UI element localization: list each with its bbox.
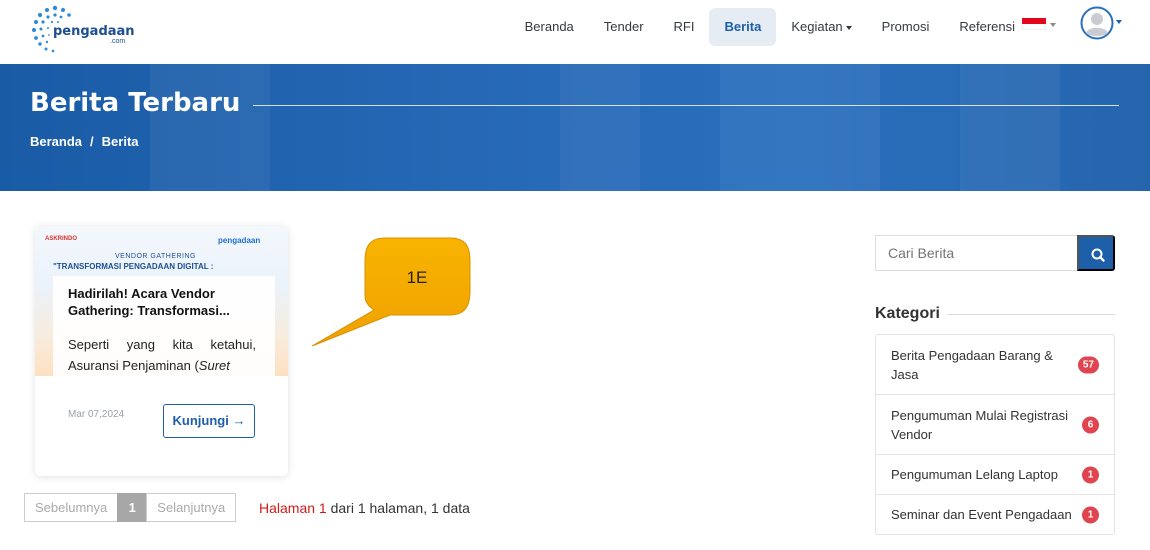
breadcrumb-current: Berita [101, 134, 139, 149]
nav-promosi[interactable]: Promosi [867, 8, 945, 46]
search-icon [1091, 248, 1105, 262]
category-divider [947, 314, 1115, 315]
hero-decoration [960, 64, 1060, 191]
category-item[interactable]: Seminar dan Event Pengadaan 1 [876, 494, 1114, 534]
page-title: Berita Terbaru [30, 88, 241, 118]
category-label: Seminar dan Event Pengadaan [891, 507, 1072, 522]
user-avatar-icon[interactable] [1080, 6, 1114, 40]
thumbnail-logo-right: pengadaan [218, 236, 261, 245]
flag-white-stripe [1022, 24, 1046, 30]
breadcrumb: Beranda / Berita [30, 134, 139, 149]
hero-decoration [560, 64, 640, 191]
news-date: Mar 07,2024 [68, 409, 125, 420]
callout-annotation: 1E [311, 237, 471, 347]
category-item[interactable]: Pengumuman Lelang Laptop 1 [876, 454, 1114, 494]
callout-label: 1E [407, 268, 428, 287]
thumbnail-subheading: VENDOR GATHERING [115, 253, 196, 260]
brand-logo[interactable]: pengadaan .com [30, 4, 140, 54]
pagination-prev[interactable]: Sebelumnya [24, 493, 119, 522]
nav-kegiatan[interactable]: Kegiatan [776, 8, 866, 46]
pagination-info-rest: dari 1 halaman, 1 data [326, 500, 470, 516]
visit-button[interactable]: Kunjungi → [163, 404, 255, 438]
main-nav: Beranda Tender RFI Berita Kegiatan Promo… [510, 8, 1030, 46]
brand-name: pengadaan [53, 24, 135, 39]
nav-berita[interactable]: Berita [709, 8, 777, 46]
nav-label: Kegiatan [791, 19, 843, 34]
title-divider [253, 105, 1119, 106]
thumbnail-logo-left: ASKRINDO [45, 236, 78, 242]
category-label: Pengumuman Lelang Laptop [891, 467, 1058, 482]
pagination-info-page: Halaman 1 [259, 500, 327, 516]
caret-down-icon [1050, 23, 1056, 27]
navbar: pengadaan .com Beranda Tender RFI Berita… [0, 0, 1150, 64]
breadcrumb-beranda[interactable]: Beranda [30, 134, 82, 149]
pagination: Sebelumnya 1 Selanjutnya [24, 493, 237, 522]
nav-label: Tender [603, 19, 644, 34]
caret-down-icon [1116, 20, 1122, 24]
hero-decoration [720, 64, 880, 191]
pagination-page[interactable]: 1 [117, 493, 148, 522]
news-excerpt-italic: Suret [198, 358, 230, 373]
nav-tender[interactable]: Tender [589, 8, 659, 46]
category-label: Berita Pengadaan Barang & Jasa [891, 347, 1053, 382]
category-count-badge: 57 [1077, 356, 1099, 373]
nav-label: Promosi [881, 19, 930, 34]
news-excerpt: Seperti yang kita ketahui, Asuransi Penj… [68, 334, 256, 376]
caret-down-icon [845, 25, 852, 30]
nav-label: Referensi [959, 19, 1015, 34]
nav-label: Beranda [524, 19, 574, 34]
category-item[interactable]: Pengumuman Mulai Registrasi Vendor 6 [876, 394, 1114, 454]
news-title[interactable]: Hadirilah! Acara Vendor Gathering: Trans… [68, 285, 258, 319]
hero-decoration [150, 64, 270, 191]
brand-suffix: .com [110, 38, 126, 45]
nav-label: Berita [724, 19, 762, 34]
category-item[interactable]: Berita Pengadaan Barang & Jasa 57 [876, 335, 1114, 394]
breadcrumb-separator: / [90, 134, 94, 149]
category-count-badge: 1 [1082, 466, 1099, 483]
search-input[interactable] [875, 235, 1078, 271]
nav-label: RFI [673, 19, 695, 34]
nav-beranda[interactable]: Beranda [510, 8, 589, 46]
search-button[interactable] [1077, 235, 1115, 271]
nav-referensi[interactable]: Referensi [944, 8, 1030, 46]
pagination-next[interactable]: Selanjutnya [146, 493, 237, 522]
category-count-badge: 6 [1082, 416, 1099, 433]
page-hero: Berita Terbaru Beranda / Berita [0, 64, 1150, 191]
language-flag-icon[interactable] [1022, 18, 1046, 30]
thumbnail-heading: "TRANSFORMASI PENGADAAN DIGITAL : [53, 262, 214, 270]
category-list: Berita Pengadaan Barang & Jasa 57 Pengum… [875, 334, 1115, 535]
category-label: Pengumuman Mulai Registrasi Vendor [891, 407, 1069, 442]
news-card[interactable]: ASKRINDO pengadaan VENDOR GATHERING "TRA… [35, 226, 288, 476]
nav-rfi[interactable]: RFI [659, 8, 710, 46]
pagination-info: Halaman 1 dari 1 halaman, 1 data [259, 500, 470, 516]
category-count-badge: 1 [1082, 506, 1099, 523]
